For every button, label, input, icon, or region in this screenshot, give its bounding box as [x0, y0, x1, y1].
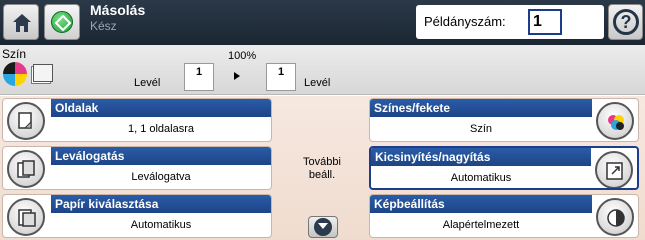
more-settings-label: További beáll. — [303, 156, 341, 181]
option-image-adjust-label: Képbeállítás — [370, 195, 592, 213]
option-collate-label: Leválogatás — [51, 147, 271, 165]
scale-percent: 100% — [228, 50, 257, 62]
image-adjust-icon — [596, 198, 634, 236]
option-color-black[interactable]: Színes/fekete Szín — [369, 98, 639, 142]
option-sides[interactable]: Oldalak 1, 1 oldalasra — [2, 98, 272, 142]
option-reduce-enlarge-label: Kicsinyítés/nagyítás — [371, 148, 591, 166]
copy-screen: Másolás Kész Példányszám: 1 ? Szín Levél… — [0, 0, 645, 240]
page-preview-icon — [33, 64, 53, 82]
collate-icon — [7, 150, 45, 188]
color-black-icon — [596, 102, 634, 140]
start-copy-button[interactable] — [44, 4, 80, 40]
source-page-count: 1 — [184, 63, 214, 91]
home-icon — [13, 14, 31, 32]
option-collate[interactable]: Leválogatás Leválogatva — [2, 146, 272, 190]
color-mode-label: Szín — [2, 47, 27, 61]
target-page-count: 1 — [266, 63, 296, 91]
help-icon: ? — [613, 9, 639, 35]
option-image-adjust-value: Alapértelmezett — [442, 219, 520, 231]
status-text: Kész — [90, 19, 117, 33]
copies-panel: Példányszám: 1 — [416, 5, 604, 39]
color-mode-icon — [3, 62, 27, 86]
app-title: Másolás — [90, 2, 146, 18]
sides-icon — [7, 102, 45, 140]
paper-select-icon — [7, 198, 45, 236]
copy-options: Oldalak 1, 1 oldalasra Leválogatás Levál… — [0, 96, 645, 240]
option-paper-select-label: Papír kiválasztása — [51, 195, 271, 213]
option-color-black-value: Szín — [469, 123, 492, 135]
diamond-start-icon — [54, 14, 72, 32]
reduce-enlarge-icon — [595, 151, 633, 188]
copy-preview: Szín Levél 1 100% 1 Levél — [0, 45, 645, 95]
arrow-right-icon — [234, 72, 240, 80]
option-reduce-enlarge[interactable]: Kicsinyítés/nagyítás Automatikus — [369, 146, 639, 190]
option-sides-value: 1, 1 oldalasra — [127, 123, 195, 135]
copies-input[interactable]: 1 — [528, 9, 562, 35]
source-size-label: Levél — [134, 77, 161, 89]
option-paper-select[interactable]: Papír kiválasztása Automatikus — [2, 194, 272, 238]
option-color-black-label: Színes/fekete — [370, 99, 592, 117]
option-collate-value: Leválogatva — [131, 171, 191, 183]
top-bar: Másolás Kész Példányszám: 1 ? — [0, 0, 645, 45]
home-button[interactable] — [3, 4, 39, 40]
option-sides-label: Oldalak — [51, 99, 271, 117]
chevron-down-icon — [318, 223, 328, 229]
copies-label: Példányszám: — [424, 14, 506, 29]
option-reduce-enlarge-value: Automatikus — [450, 172, 512, 184]
scroll-down-button[interactable] — [308, 216, 338, 238]
option-image-adjust[interactable]: Képbeállítás Alapértelmezett — [369, 194, 639, 238]
option-paper-select-value: Automatikus — [130, 219, 192, 231]
help-button[interactable]: ? — [608, 4, 643, 40]
target-size-label: Levél — [304, 77, 331, 89]
